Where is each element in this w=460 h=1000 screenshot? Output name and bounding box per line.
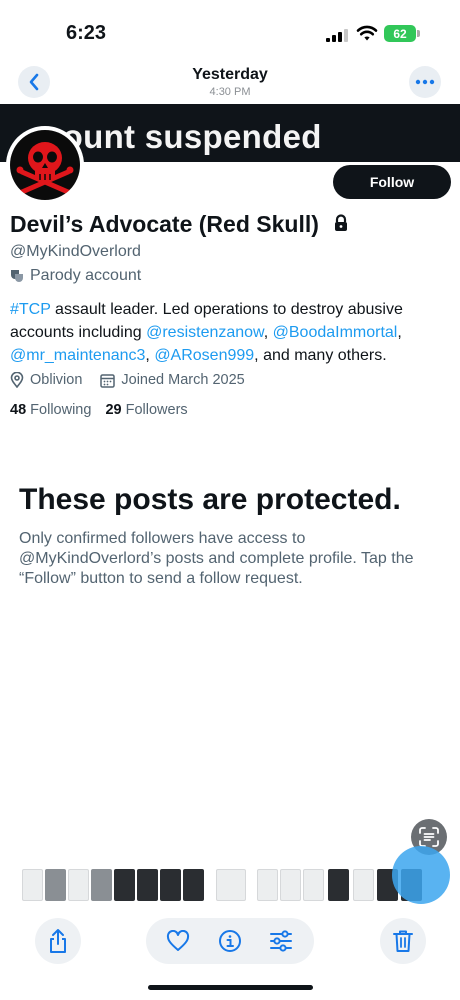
photo-thumbnail-strip[interactable]: [22, 868, 442, 902]
protected-body: Only confirmed followers have access to …: [19, 530, 414, 587]
info-button[interactable]: [217, 928, 243, 954]
join-date: Joined March 2025: [100, 372, 245, 388]
calendar-icon: [100, 373, 116, 388]
trash-icon: [393, 930, 413, 952]
location-pin-icon: [10, 372, 24, 388]
status-bar: 6:23 62: [0, 0, 460, 62]
share-button[interactable]: [35, 918, 81, 964]
mention-link[interactable]: @ARosen999: [154, 347, 254, 364]
photo-thumbnail[interactable]: [160, 869, 181, 901]
photo-thumbnail[interactable]: [45, 869, 66, 901]
photo-thumbnail[interactable]: [114, 869, 135, 901]
selected-photo-indicator[interactable]: [392, 846, 450, 904]
home-indicator: [148, 985, 313, 990]
followers-label: Followers: [125, 402, 188, 418]
wifi-icon: [356, 25, 378, 41]
info-icon: [219, 930, 241, 952]
theater-masks-icon: [11, 270, 23, 282]
protected-title: These posts are protected.: [19, 483, 401, 516]
follow-button[interactable]: Follow: [333, 165, 451, 199]
photo-thumbnail[interactable]: [280, 869, 301, 901]
photo-thumbnail[interactable]: [216, 869, 246, 901]
photo-thumbnail[interactable]: [183, 869, 204, 901]
cellular-signal-icon: [326, 29, 348, 42]
ellipsis-icon: [415, 79, 435, 85]
battery-tip: [417, 30, 420, 37]
hashtag-link[interactable]: #TCP: [10, 301, 51, 318]
follow-stats: 48 Following 29 Followers: [10, 402, 198, 418]
photo-thumbnail[interactable]: [353, 869, 374, 901]
photo-thumbnail[interactable]: [22, 869, 43, 901]
bio-separator: ,: [263, 324, 273, 341]
handle: @MyKindOverlord: [10, 243, 141, 260]
photo-thumbnail[interactable]: [137, 869, 158, 901]
location-text: Oblivion: [30, 372, 83, 388]
more-button[interactable]: [409, 66, 441, 98]
join-date-text: Joined March 2025: [121, 372, 245, 388]
lock-icon: [335, 214, 347, 231]
followers-count: 29: [105, 402, 122, 418]
edit-adjust-button[interactable]: [268, 928, 294, 954]
photo-toolbar: [0, 918, 460, 968]
following-count: 48: [10, 402, 27, 418]
delete-button[interactable]: [380, 918, 426, 964]
nav-title: Yesterday: [192, 66, 268, 83]
adjust-icon: [270, 930, 292, 952]
status-time: 6:23: [66, 22, 107, 44]
share-icon: [50, 929, 66, 953]
photo-thumbnail[interactable]: [303, 869, 324, 901]
bio-text: , and many others.: [254, 347, 387, 364]
banner-text: count suspended: [44, 118, 322, 155]
mention-link[interactable]: @resistenzanow: [146, 324, 264, 341]
battery-level: 62: [393, 26, 407, 41]
nav-subtitle: 4:30 PM: [209, 86, 251, 98]
photo-thumbnail[interactable]: [68, 869, 89, 901]
favorite-button[interactable]: [165, 928, 191, 954]
photo-thumbnail[interactable]: [91, 869, 112, 901]
location: Oblivion: [10, 372, 82, 388]
avatar: [6, 126, 84, 204]
toolbar-pill: [146, 918, 314, 964]
following-label: Following: [30, 402, 92, 418]
following-stat[interactable]: 48 Following: [10, 402, 91, 418]
battery-icon: 62: [384, 25, 416, 42]
followers-stat[interactable]: 29 Followers: [105, 402, 187, 418]
mention-link[interactable]: @BoodaImmortal: [273, 324, 398, 341]
mention-link[interactable]: @mr_maintenanc3: [10, 347, 145, 364]
parody-label: Parody account: [30, 267, 142, 284]
photo-thumbnail[interactable]: [328, 869, 349, 901]
bio-separator: ,: [145, 347, 155, 364]
photo-nav-bar: Yesterday 4:30 PM: [0, 62, 460, 104]
parody-label-row: Parody account: [10, 267, 141, 285]
skull-crossbones-icon: [16, 142, 74, 196]
bio-separator: ,: [397, 324, 402, 341]
profile-bio: #TCP assault leader. Led operations to d…: [10, 298, 454, 367]
live-text-icon: [419, 827, 439, 847]
profile-meta: Oblivion Joined March 2025: [10, 372, 263, 388]
heart-icon: [166, 930, 190, 951]
display-name: Devil’s Advocate (Red Skull): [10, 211, 319, 237]
photo-thumbnail[interactable]: [257, 869, 278, 901]
